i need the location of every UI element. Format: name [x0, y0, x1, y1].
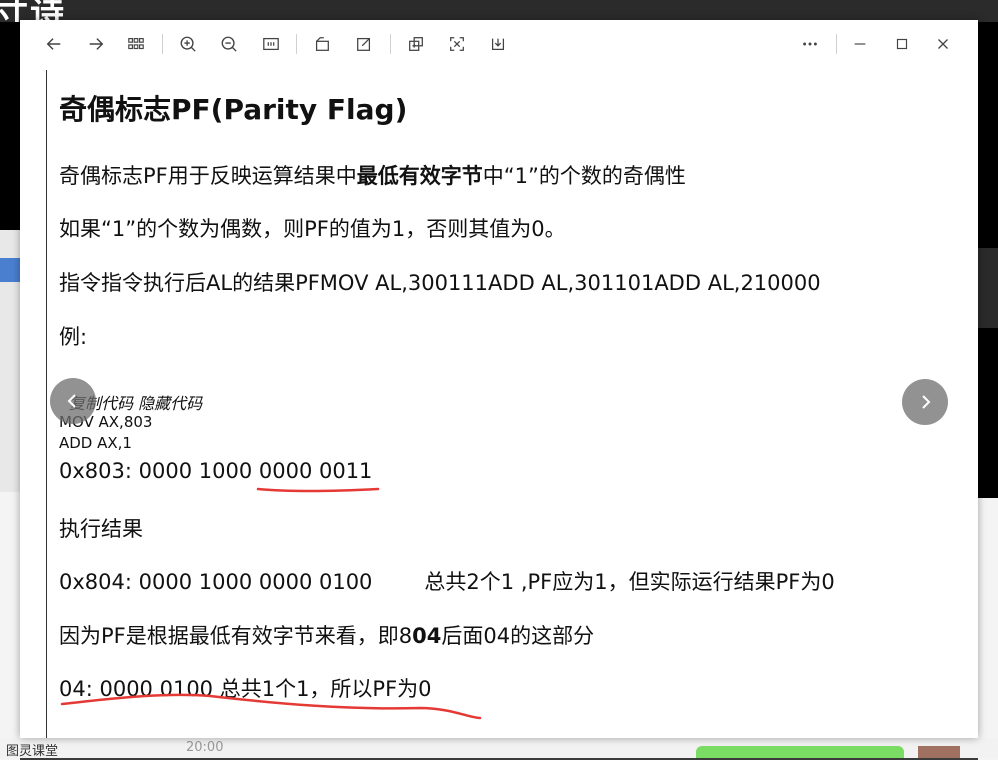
edit-icon[interactable]: [352, 32, 376, 56]
image-viewer-window: 奇偶标志PF(Parity Flag) 奇偶标志PF用于反映运算结果中最低有效字…: [20, 20, 978, 738]
download-icon[interactable]: [486, 32, 510, 56]
background-thumbnail: [918, 746, 960, 758]
chevron-right-icon: [922, 395, 931, 409]
paragraph-instruction-table: 指令指令执行后AL的结果PFMOV AL,300111ADD AL,301101…: [59, 271, 821, 295]
ocr-icon[interactable]: [445, 32, 469, 56]
paragraph-result-label: 执行结果: [59, 517, 143, 541]
paragraph-example-label: 例:: [59, 325, 88, 349]
next-image-button[interactable]: [902, 379, 948, 425]
grid-icon[interactable]: [124, 32, 148, 56]
crop-icon[interactable]: [404, 32, 428, 56]
background-green-button: [696, 746, 904, 758]
forward-arrow-icon[interactable]: [84, 32, 108, 56]
document-title: 奇偶标志PF(Parity Flag): [59, 93, 408, 126]
background-app-left: [0, 22, 20, 760]
paragraph-hex-804: 0x804: 0000 1000 0000 0100 总共2个1 ,PF应为1，但…: [59, 570, 835, 594]
zoom-out-icon[interactable]: [217, 32, 241, 56]
rotate-icon[interactable]: [310, 32, 334, 56]
background-app-top: 寸诗: [0, 0, 998, 34]
more-icon[interactable]: [798, 32, 822, 56]
maximize-icon[interactable]: [890, 32, 914, 56]
viewer-toolbar: [20, 20, 978, 68]
background-app-right: [978, 22, 998, 760]
background-time: 20:00: [186, 740, 224, 755]
close-icon[interactable]: [931, 32, 955, 56]
paragraph-pf-definition: 奇偶标志PF用于反映运算结果中最低有效字节中“1”的个数的奇偶性: [59, 164, 686, 188]
back-arrow-icon[interactable]: [42, 32, 66, 56]
zoom-in-icon[interactable]: [176, 32, 200, 56]
background-app-bottom: 图灵课堂 20:00: [0, 738, 998, 759]
paragraph-pf-rule: 如果“1”的个数为偶数，则PF的值为1，否则其值为0。: [59, 217, 566, 241]
paragraph-explanation: 因为PF是根据最低有效字节来看，即804后面04的这部分: [59, 624, 595, 648]
minimize-icon[interactable]: [848, 32, 872, 56]
paragraph-hex-803: 0x803: 0000 1000 0000 0011: [59, 459, 373, 483]
code-line-add: ADD AX,1: [59, 434, 132, 452]
document-image: 奇偶标志PF(Parity Flag) 奇偶标志PF用于反映运算结果中最低有效字…: [46, 70, 947, 738]
previous-image-button[interactable]: [50, 378, 96, 424]
fit-icon[interactable]: [259, 32, 283, 56]
background-course-label: 图灵课堂: [6, 744, 59, 759]
paragraph-low-byte-result: 04: 0000 0100 总共1个1，所以PF为0: [59, 677, 432, 701]
chevron-left-icon: [67, 394, 76, 408]
